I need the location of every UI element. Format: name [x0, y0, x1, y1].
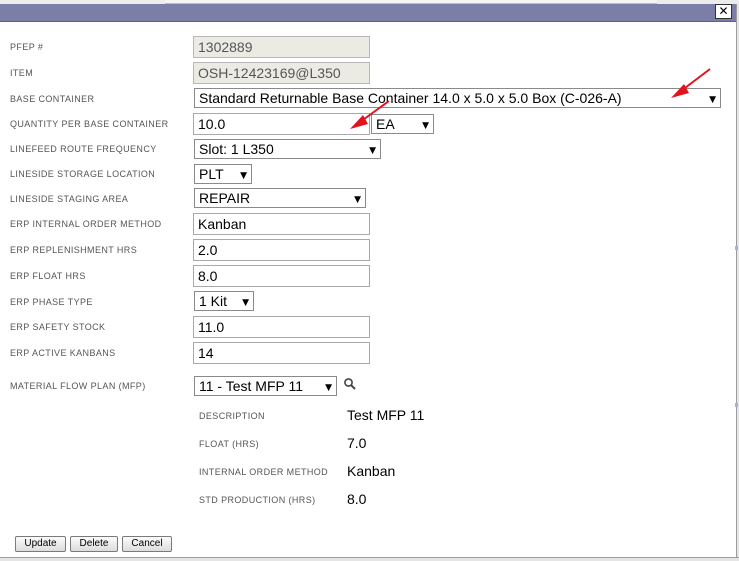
- linefeed-route-label: LINEFEED ROUTE FREQUENCY: [10, 144, 157, 154]
- qty-per-base-input[interactable]: 10.0: [193, 113, 370, 135]
- mfp-order-method-label: INTERNAL ORDER METHOD: [199, 467, 329, 477]
- phase-type-value: 1 Kit: [199, 293, 228, 309]
- mfp-float-label: FLOAT (HRS): [199, 439, 260, 449]
- mfp-order-method-value: Kanban: [347, 463, 396, 479]
- order-method-input[interactable]: Kanban: [193, 213, 370, 235]
- mfp-std-production-label: STD PRODUCTION (HRS): [199, 495, 316, 505]
- active-kanbans-input[interactable]: 14: [193, 342, 370, 364]
- phase-type-select[interactable]: 1 Kit ▼: [194, 291, 254, 311]
- dialog-titlebar[interactable]: [0, 4, 736, 22]
- chevron-down-icon: ▼: [709, 95, 716, 105]
- staging-area-select[interactable]: REPAIR ▼: [194, 188, 366, 208]
- replenishment-hrs-label: ERP REPLENISHMENT HRS: [10, 245, 138, 255]
- close-icon: ✕: [718, 4, 729, 18]
- qty-unit-value: EA: [376, 116, 395, 132]
- dialog-bottom-border: [0, 557, 739, 561]
- close-button[interactable]: ✕: [715, 4, 732, 19]
- storage-location-select[interactable]: PLT ▼: [194, 164, 252, 184]
- qty-per-base-label: QUANTITY PER BASE CONTAINER: [10, 119, 169, 129]
- mfp-label: MATERIAL FLOW PLAN (MFP): [10, 381, 146, 391]
- chevron-down-icon: ▼: [325, 383, 332, 393]
- phase-type-label: ERP PHASE TYPE: [10, 297, 93, 307]
- storage-location-value: PLT: [199, 166, 224, 182]
- mfp-select[interactable]: 11 - Test MFP 11 ▼: [194, 376, 337, 396]
- chevron-down-icon: ▼: [354, 195, 361, 205]
- active-kanbans-label: ERP ACTIVE KANBANS: [10, 348, 116, 358]
- pfep-field: 1302889: [193, 36, 370, 58]
- mfp-description-value: Test MFP 11: [347, 407, 425, 423]
- safety-stock-input[interactable]: 11.0: [193, 316, 370, 338]
- mfp-description-label: DESCRIPTION: [199, 411, 265, 421]
- base-container-select[interactable]: Standard Returnable Base Container 14.0 …: [194, 88, 721, 108]
- base-container-label: BASE CONTAINER: [10, 94, 95, 104]
- mfp-std-production-value: 8.0: [347, 491, 367, 507]
- staging-area-value: REPAIR: [199, 190, 251, 206]
- replenishment-hrs-input[interactable]: 2.0: [193, 239, 370, 261]
- linefeed-route-value: Slot: 1 L350: [199, 141, 274, 157]
- item-field: OSH-12423169@L350: [193, 62, 370, 84]
- chevron-down-icon: ▼: [422, 121, 429, 131]
- safety-stock-label: ERP SAFETY STOCK: [10, 322, 106, 332]
- staging-area-label: LINESIDE STAGING AREA: [10, 194, 129, 204]
- mfp-float-value: 7.0: [347, 435, 367, 451]
- pfep-label: PFEP #: [10, 42, 44, 52]
- linefeed-route-select[interactable]: Slot: 1 L350 ▼: [194, 139, 381, 159]
- item-label: ITEM: [10, 68, 34, 78]
- delete-button[interactable]: Delete: [70, 536, 118, 552]
- update-button[interactable]: Update: [15, 536, 66, 552]
- cancel-button[interactable]: Cancel: [122, 536, 172, 552]
- order-method-label: ERP INTERNAL ORDER METHOD: [10, 219, 162, 229]
- base-container-value: Standard Returnable Base Container 14.0 …: [199, 90, 622, 106]
- mfp-value: 11 - Test MFP 11: [199, 378, 304, 394]
- float-hrs-input[interactable]: 8.0: [193, 265, 370, 287]
- storage-location-label: LINESIDE STORAGE LOCATION: [10, 169, 156, 179]
- search-icon[interactable]: [343, 377, 357, 391]
- float-hrs-label: ERP FLOAT HRS: [10, 271, 86, 281]
- chevron-down-icon: ▼: [242, 298, 249, 308]
- chevron-down-icon: ▼: [369, 146, 376, 156]
- qty-unit-select[interactable]: EA ▼: [371, 114, 434, 134]
- chevron-down-icon: ▼: [240, 171, 247, 181]
